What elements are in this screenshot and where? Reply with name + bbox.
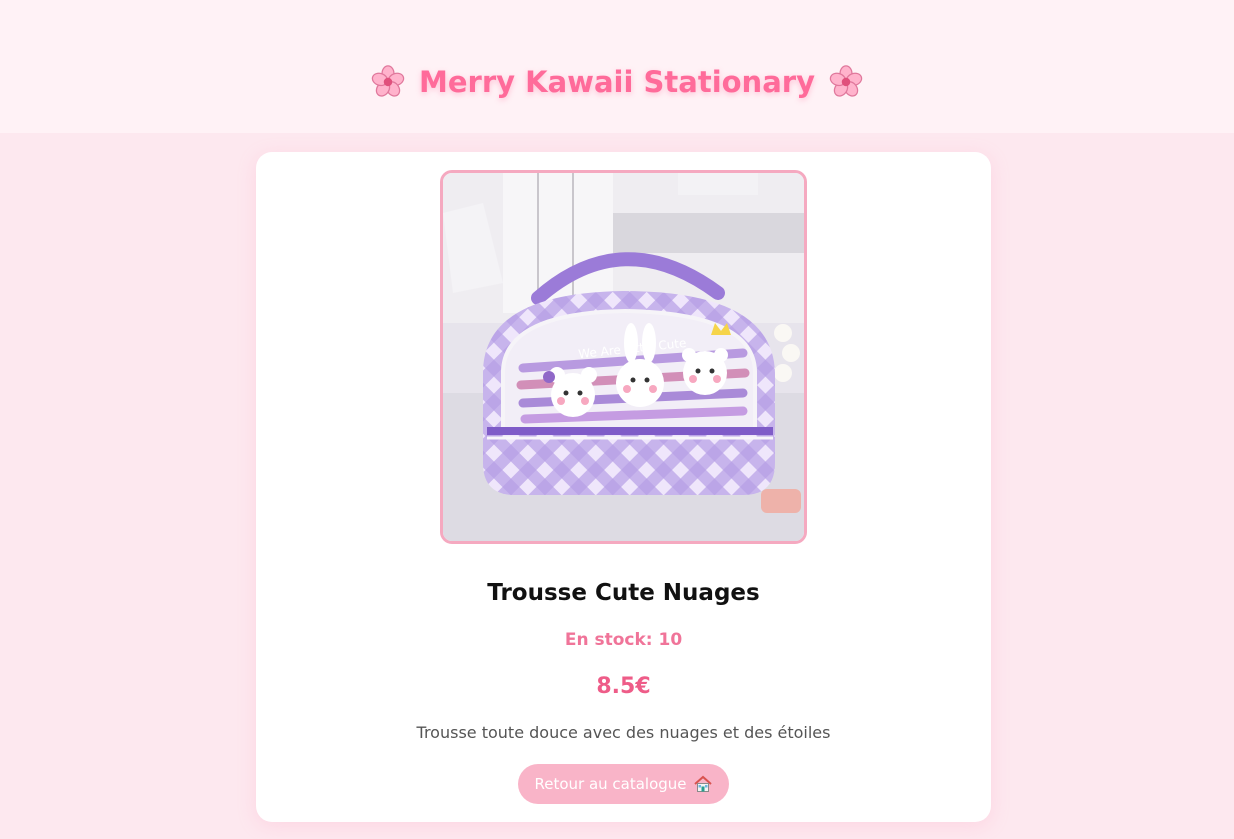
site-title-text: Merry Kawaii Stationary [419, 64, 815, 99]
back-to-catalog-button[interactable]: Retour au catalogue [518, 764, 729, 804]
cherry-blossom-icon [371, 64, 405, 97]
house-icon [693, 775, 712, 792]
back-button-label: Retour au catalogue [534, 775, 687, 793]
product-description: Trousse toute douce avec des nuages et d… [416, 723, 831, 742]
site-header: Merry Kawaii Stationary [0, 0, 1234, 133]
product-image: We Are Little Cute [440, 170, 807, 544]
cherry-blossom-icon [829, 64, 863, 97]
product-card: We Are Little Cute Trousse Cute Nuages E… [256, 152, 991, 822]
product-price: 8.5€ [596, 674, 651, 699]
stock-status: En stock: 10 [564, 630, 683, 650]
product-name: Trousse Cute Nuages [487, 580, 760, 606]
site-title[interactable]: Merry Kawaii Stationary [371, 30, 863, 133]
